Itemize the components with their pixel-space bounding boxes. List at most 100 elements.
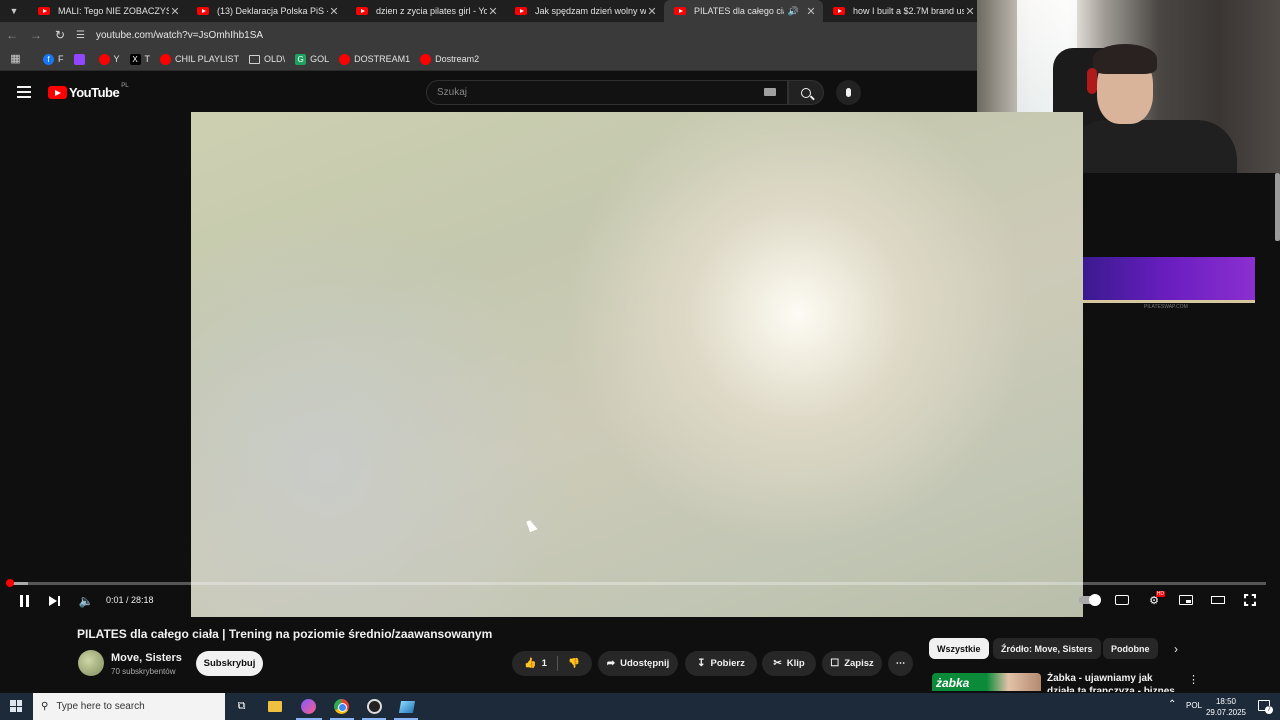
search-input[interactable]: Szukaj (426, 80, 788, 105)
recommendation-title[interactable]: Żabka - ujawniamy jak działa ta franczyz… (1047, 672, 1183, 692)
more-vert-icon[interactable]: ⋮ (1188, 673, 1199, 686)
thumbs-down-icon[interactable]: 👎 (568, 658, 580, 669)
facebook-icon: f (43, 53, 54, 65)
search-button[interactable] (788, 80, 824, 105)
fullscreen-button[interactable] (1242, 593, 1258, 607)
settings-button[interactable]: ⚙ HD (1146, 591, 1165, 607)
chevron-right-icon[interactable]: › (1174, 642, 1178, 656)
youtube-favicon-icon (38, 7, 50, 15)
youtube-icon (160, 53, 172, 65)
player-controls: 🔈 0:01 / 28:18 ⚙ HD (0, 588, 1280, 614)
obs-icon[interactable] (366, 698, 383, 715)
theater-mode-button[interactable] (1210, 593, 1226, 607)
windows-start-icon[interactable] (10, 700, 22, 712)
tab-audio-icon[interactable]: 🔊 (788, 6, 799, 17)
search-placeholder: Szukaj (437, 87, 468, 98)
task-view-icon[interactable]: ⧉ (233, 698, 250, 715)
bookmark-folder[interactable]: OLD\ (249, 54, 285, 64)
youtube-favicon-icon (356, 7, 368, 15)
language-indicator[interactable]: POL (1186, 701, 1202, 710)
page-scrollbar[interactable] (1275, 173, 1280, 241)
bookmark-item[interactable]: fF (43, 53, 64, 65)
chip-all[interactable]: Wszystkie (929, 638, 989, 659)
bookmark-label: OLD\ (264, 54, 286, 64)
taskbar-search-input[interactable]: ⚲ Type here to search (33, 693, 225, 720)
video-frame[interactable] (191, 112, 1083, 617)
like-count[interactable]: 1 (542, 658, 547, 669)
apps-button[interactable]: ▦ (10, 53, 33, 65)
site-info-icon[interactable]: ☰ (76, 30, 90, 41)
keyboard-icon[interactable] (764, 88, 776, 96)
region-code: PL (121, 82, 129, 89)
tab-close-icon[interactable]: ✕ (328, 5, 340, 18)
more-actions-button[interactable]: ⋯ (888, 651, 913, 676)
reload-icon[interactable]: ↻ (48, 22, 72, 48)
channel-name[interactable]: Move, Sisters (111, 652, 182, 664)
avatar[interactable] (78, 650, 104, 676)
app-icon[interactable] (398, 698, 415, 715)
forward-arrow-icon[interactable]: → (24, 22, 48, 48)
chip-source[interactable]: Źródło: Move, Sisters (993, 638, 1101, 659)
bookmark-item[interactable]: G GOL (295, 53, 329, 65)
save-button[interactable]: ☐ Zapisz (822, 651, 882, 676)
tab-close-icon[interactable]: ✕ (487, 5, 499, 18)
download-icon: ↧ (697, 658, 706, 669)
progress-bar[interactable] (6, 579, 1266, 587)
subscribe-button[interactable]: Subskrybuj (196, 651, 263, 676)
webcam-person-hair (1093, 44, 1157, 74)
autoplay-toggle[interactable] (1077, 593, 1101, 607)
next-button[interactable] (47, 592, 61, 610)
share-button[interactable]: ➦ Udostępnij (598, 651, 678, 676)
scrubber-handle[interactable] (6, 579, 14, 587)
bookmark-item[interactable]: XT (129, 53, 151, 65)
like-dislike-group: 👍 1 👎 (512, 651, 592, 676)
messenger-icon[interactable] (300, 698, 317, 715)
video-title: PILATES dla całego ciała | Trening na po… (77, 627, 493, 641)
screen: ▼ MALI: Tego NIE ZOBACZYSZ w ✕ (13) Dekl… (0, 0, 1280, 720)
miniplayer-button[interactable] (1178, 593, 1194, 607)
subtitles-icon (1115, 595, 1129, 605)
bookmark-label: T (144, 54, 151, 64)
tab-close-icon[interactable]: ✕ (805, 5, 817, 18)
chevron-up-icon[interactable]: ⌃ (1168, 699, 1176, 710)
browser-tab[interactable]: dzien z zycia pilates girl - YouTu ✕ (346, 0, 505, 22)
youtube-logo-text: YouTube (69, 85, 120, 100)
bookmark-item[interactable]: Y (98, 53, 120, 65)
back-arrow-icon[interactable]: ← (0, 22, 24, 48)
chip-similar[interactable]: Podobne (1103, 638, 1158, 659)
bookmark-item[interactable]: CHIL PLAYLIST (160, 53, 239, 65)
system-clock[interactable]: 18:50 29.07.2025 (1204, 696, 1248, 718)
recommendation-thumbnail[interactable]: żabka (932, 673, 1041, 691)
tab-search-button[interactable]: ▼ (0, 0, 28, 22)
address-bar[interactable]: ☰ youtube.com/watch?v=JsOmhIhb1SA (76, 22, 263, 48)
browser-tab[interactable]: Jak spędzam dzień wolny w Du ✕ (505, 0, 664, 22)
tab-close-icon[interactable]: ✕ (169, 5, 181, 18)
chrome-icon[interactable] (333, 698, 350, 715)
clip-button[interactable]: ✂ Klip (762, 651, 816, 676)
download-label: Pobierz (710, 658, 745, 669)
browser-tab[interactable]: how I built a $2.7M brand using ✕ (823, 0, 982, 22)
file-explorer-icon[interactable] (266, 698, 283, 715)
download-button[interactable]: ↧ Pobierz (685, 651, 757, 676)
volume-icon[interactable]: 🔈 (78, 592, 94, 610)
bookmark-item[interactable]: DOSTREAM1 (339, 53, 410, 65)
bookmark-label: Y (113, 54, 120, 64)
notification-icon[interactable]: 7 (1258, 700, 1273, 714)
subtitles-button[interactable] (1114, 593, 1130, 607)
youtube-icon (420, 53, 432, 65)
thumbs-up-icon[interactable]: 👍 (524, 658, 536, 669)
bookmark-item[interactable]: Dostream2 (420, 53, 479, 65)
tab-close-icon[interactable]: ✕ (646, 5, 658, 18)
browser-tab[interactable]: MALI: Tego NIE ZOBACZYSZ w ✕ (28, 0, 187, 22)
browser-tab[interactable]: (13) Deklaracja Polska PiS - YouTu ✕ (187, 0, 346, 22)
menu-icon[interactable] (17, 86, 31, 98)
tab-close-icon[interactable]: ✕ (964, 5, 976, 18)
browser-tab-active[interactable]: PILATES dla całego ciała | Tr 🔊 ✕ (664, 0, 823, 22)
youtube-icon (339, 53, 351, 65)
voice-search-button[interactable] (836, 80, 861, 105)
youtube-logo[interactable]: YouTube PL (48, 82, 129, 100)
bookmark-item[interactable] (73, 53, 89, 65)
pause-button[interactable] (17, 592, 31, 610)
sidebar-thumbnail[interactable] (1083, 257, 1255, 303)
miniplayer-icon (1179, 595, 1193, 605)
